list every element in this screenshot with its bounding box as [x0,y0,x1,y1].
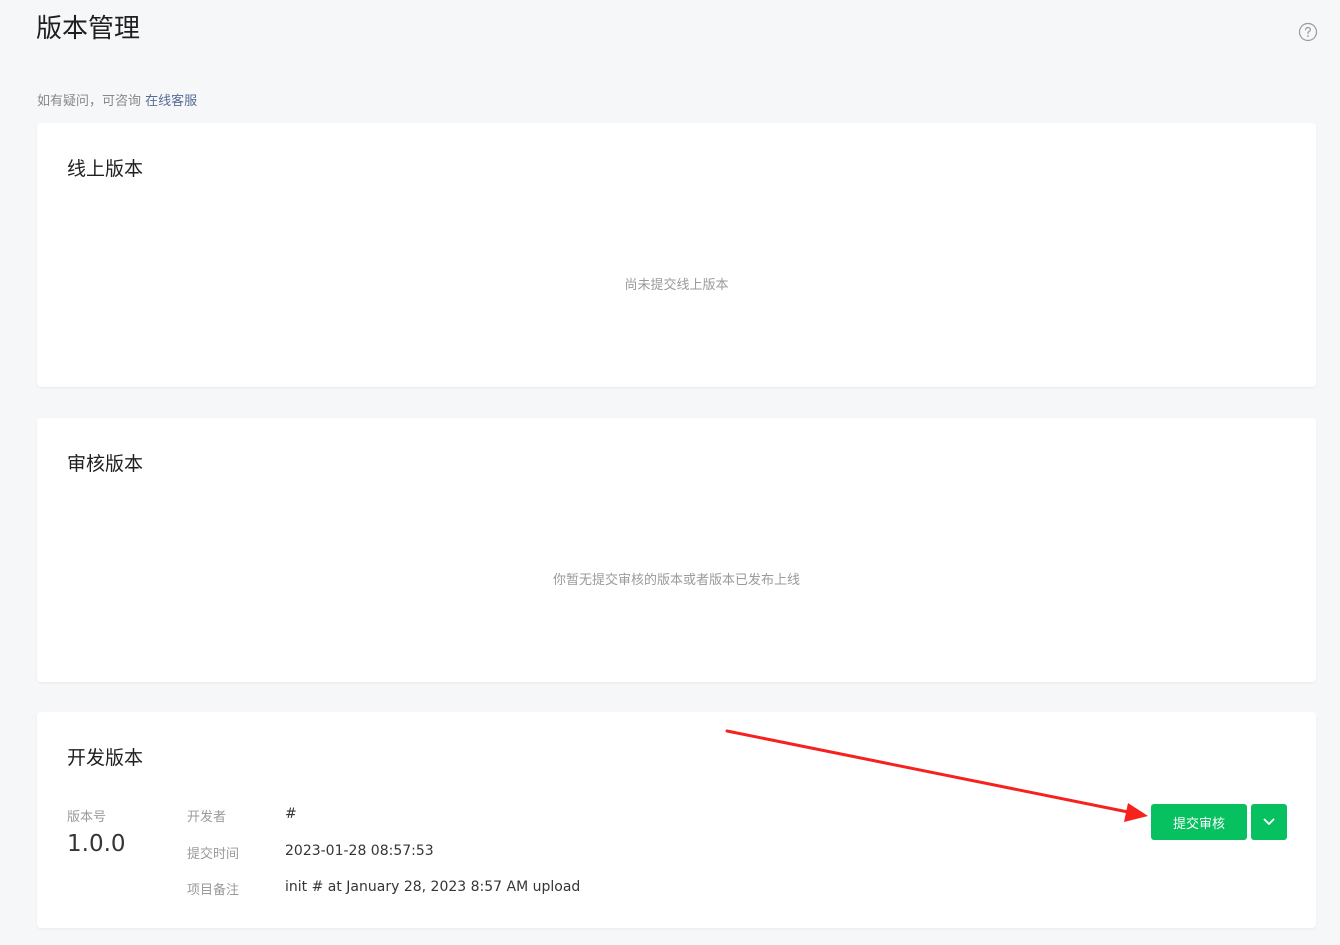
support-notice: 如有疑问，可咨询 在线客服 [37,93,197,111]
review-version-title: 审核版本 [67,453,144,475]
online-support-link[interactable]: 在线客服 [145,94,197,109]
developer-label: 开发者 [187,810,227,825]
submit-time-label: 提交时间 [187,847,240,862]
question-circle-icon[interactable] [1298,22,1318,42]
version-number-label: 版本号 [67,810,107,825]
support-notice-text: 如有疑问，可咨询 [37,94,146,109]
submit-review-button[interactable]: 提交审核 [1151,804,1247,840]
dev-version-card: 开发版本 版本号 1.0.0 开发者 # 提交时间 2023-01-28 08:… [37,712,1316,928]
project-note-label: 项目备注 [187,883,240,898]
dev-version-title: 开发版本 [67,747,144,769]
developer-value: # [285,806,297,822]
page-title: 版本管理 [36,14,141,44]
online-version-title: 线上版本 [67,158,144,180]
chevron-down-icon [1263,818,1275,825]
review-version-empty-text: 你暂无提交审核的版本或者版本已发布上线 [552,573,800,588]
online-version-empty-text: 尚未提交线上版本 [624,278,729,293]
project-note-value: init # at January 28, 2023 8:57 AM uploa… [285,879,581,895]
review-version-card: 审核版本 你暂无提交审核的版本或者版本已发布上线 [37,418,1316,682]
version-number: 1.0.0 [67,831,126,857]
submit-time-value: 2023-01-28 08:57:53 [285,843,434,859]
more-options-button[interactable] [1251,804,1287,840]
online-version-card: 线上版本 尚未提交线上版本 [37,123,1316,387]
